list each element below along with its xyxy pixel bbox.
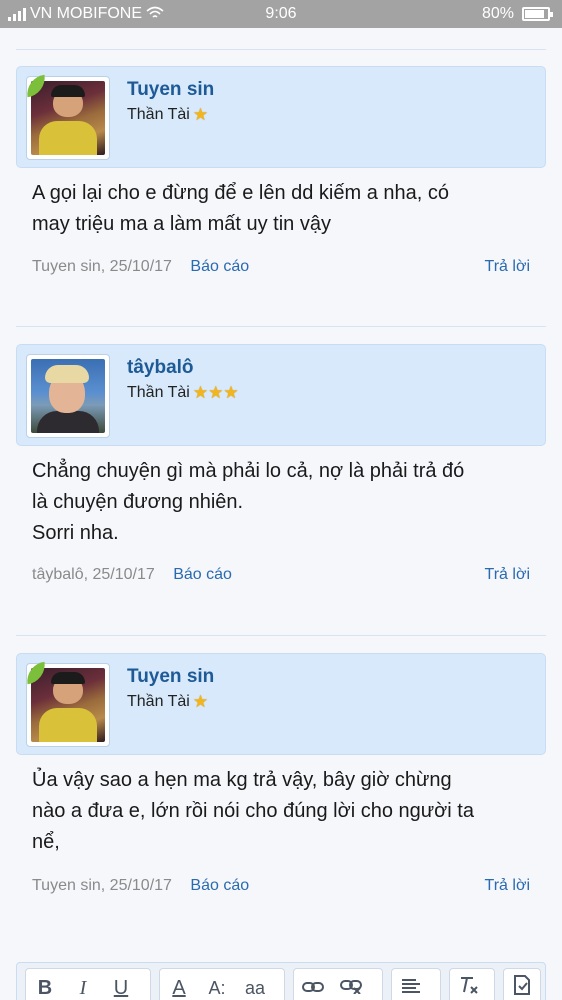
post-message: Chẳng chuyện gì mà phải lo cả, nợ là phả… bbox=[32, 456, 532, 549]
post-author-date: Tuyen sin, 25/10/17 bbox=[32, 258, 172, 275]
user-card: Tuyen sin Thần Tài ★ bbox=[16, 66, 546, 168]
battery-icon bbox=[522, 7, 553, 21]
report-link[interactable]: Báo cáo bbox=[190, 258, 249, 275]
italic-button[interactable]: I bbox=[64, 977, 102, 1000]
align-group bbox=[391, 968, 441, 1000]
message-line: may triệu ma a làm mất uy tin vậy bbox=[32, 213, 331, 235]
user-rank: Thần Tài ★ bbox=[127, 105, 208, 125]
user-card: Tuyen sin Thần Tài ★ bbox=[16, 653, 546, 755]
reply-link[interactable]: Trả lời bbox=[485, 566, 530, 584]
post-message: Ủa vậy sao a hẹn ma kg trả vậy, bây giờ … bbox=[32, 765, 532, 858]
font-group: A A: aa bbox=[159, 968, 285, 1000]
post-divider bbox=[16, 49, 546, 50]
font-size-button[interactable]: A: bbox=[198, 978, 236, 999]
child-photo-avatar bbox=[31, 81, 105, 155]
link-group bbox=[293, 968, 383, 1000]
underline-button[interactable]: U bbox=[102, 977, 140, 1000]
star-icon: ★ bbox=[192, 105, 209, 124]
post-1: Tuyen sin Thần Tài ★ A gọi lại cho e đừn… bbox=[16, 66, 546, 326]
message-line: nể, bbox=[32, 831, 60, 853]
post-2: tâybalô Thần Tài ★★★ Chẳng chuyện gì mà … bbox=[16, 344, 546, 634]
star-icon: ★ bbox=[192, 692, 209, 711]
username-link[interactable]: Tuyen sin bbox=[127, 79, 214, 101]
align-icon[interactable] bbox=[392, 977, 430, 1000]
user-rank: Thần Tài ★★★ bbox=[127, 383, 239, 403]
status-right: 80% bbox=[481, 5, 553, 23]
message-line: Chẳng chuyện gì mà phải lo cả, nợ là phả… bbox=[32, 460, 465, 482]
reply-link[interactable]: Trả lời bbox=[485, 877, 530, 895]
avatar[interactable] bbox=[24, 661, 110, 747]
user-card: tâybalô Thần Tài ★★★ bbox=[16, 344, 546, 446]
link-icon[interactable] bbox=[294, 977, 332, 1000]
reply-link[interactable]: Trả lời bbox=[485, 258, 530, 276]
post-divider bbox=[16, 326, 546, 327]
message-line: A gọi lại cho e đừng để e lên dd kiếm a … bbox=[32, 182, 450, 204]
post-message: A gọi lại cho e đừng để e lên dd kiếm a … bbox=[32, 178, 532, 240]
man-photo-avatar bbox=[31, 359, 105, 433]
remove-format-group bbox=[449, 968, 495, 1000]
bold-button[interactable]: B bbox=[26, 977, 64, 1000]
avatar[interactable] bbox=[24, 74, 110, 160]
child-photo-avatar bbox=[31, 668, 105, 742]
clock: 9:06 bbox=[265, 5, 297, 22]
editor-toolbar: B I U A A: aa bbox=[16, 962, 546, 1000]
report-link[interactable]: Báo cáo bbox=[190, 877, 249, 894]
username-link[interactable]: Tuyen sin bbox=[127, 666, 214, 688]
attach-icon[interactable] bbox=[504, 974, 540, 1000]
rank-label: Thần Tài bbox=[127, 693, 190, 710]
remove-format-icon[interactable] bbox=[450, 975, 488, 1000]
message-line: Ủa vậy sao a hẹn ma kg trả vậy, bây giờ … bbox=[32, 769, 452, 791]
attach-group bbox=[503, 968, 541, 1000]
message-line: là chuyện đương nhiên. bbox=[32, 491, 244, 513]
username-link[interactable]: tâybalô bbox=[127, 357, 194, 379]
post-divider bbox=[16, 635, 546, 636]
post-author-date: tâybalô, 25/10/17 bbox=[32, 566, 155, 583]
font-color-button[interactable]: A bbox=[160, 977, 198, 1000]
post-meta: Tuyen sin, 25/10/17 Báo cáo bbox=[32, 258, 249, 276]
message-line: Sorri nha. bbox=[32, 522, 119, 544]
status-bar: VN MOBIFONE 9:06 80% bbox=[0, 0, 562, 28]
unlink-icon[interactable] bbox=[332, 977, 370, 1000]
report-link[interactable]: Báo cáo bbox=[173, 566, 232, 583]
post-meta: tâybalô, 25/10/17 Báo cáo bbox=[32, 566, 232, 584]
avatar[interactable] bbox=[26, 354, 110, 438]
font-family-button[interactable]: aa bbox=[236, 978, 274, 999]
rank-label: Thần Tài bbox=[127, 106, 190, 123]
post-meta: Tuyen sin, 25/10/17 Báo cáo bbox=[32, 877, 249, 895]
battery-percent: 80% bbox=[481, 5, 514, 22]
star-icon: ★★★ bbox=[192, 383, 239, 402]
post-3: Tuyen sin Thần Tài ★ Ủa vậy sao a hẹn ma… bbox=[16, 653, 546, 943]
user-rank: Thần Tài ★ bbox=[127, 692, 208, 712]
text-style-group: B I U bbox=[25, 968, 151, 1000]
message-line: nào a đưa e, lớn rồi nói cho đúng lời ch… bbox=[32, 800, 474, 822]
rank-label: Thần Tài bbox=[127, 384, 190, 401]
post-author-date: Tuyen sin, 25/10/17 bbox=[32, 877, 172, 894]
